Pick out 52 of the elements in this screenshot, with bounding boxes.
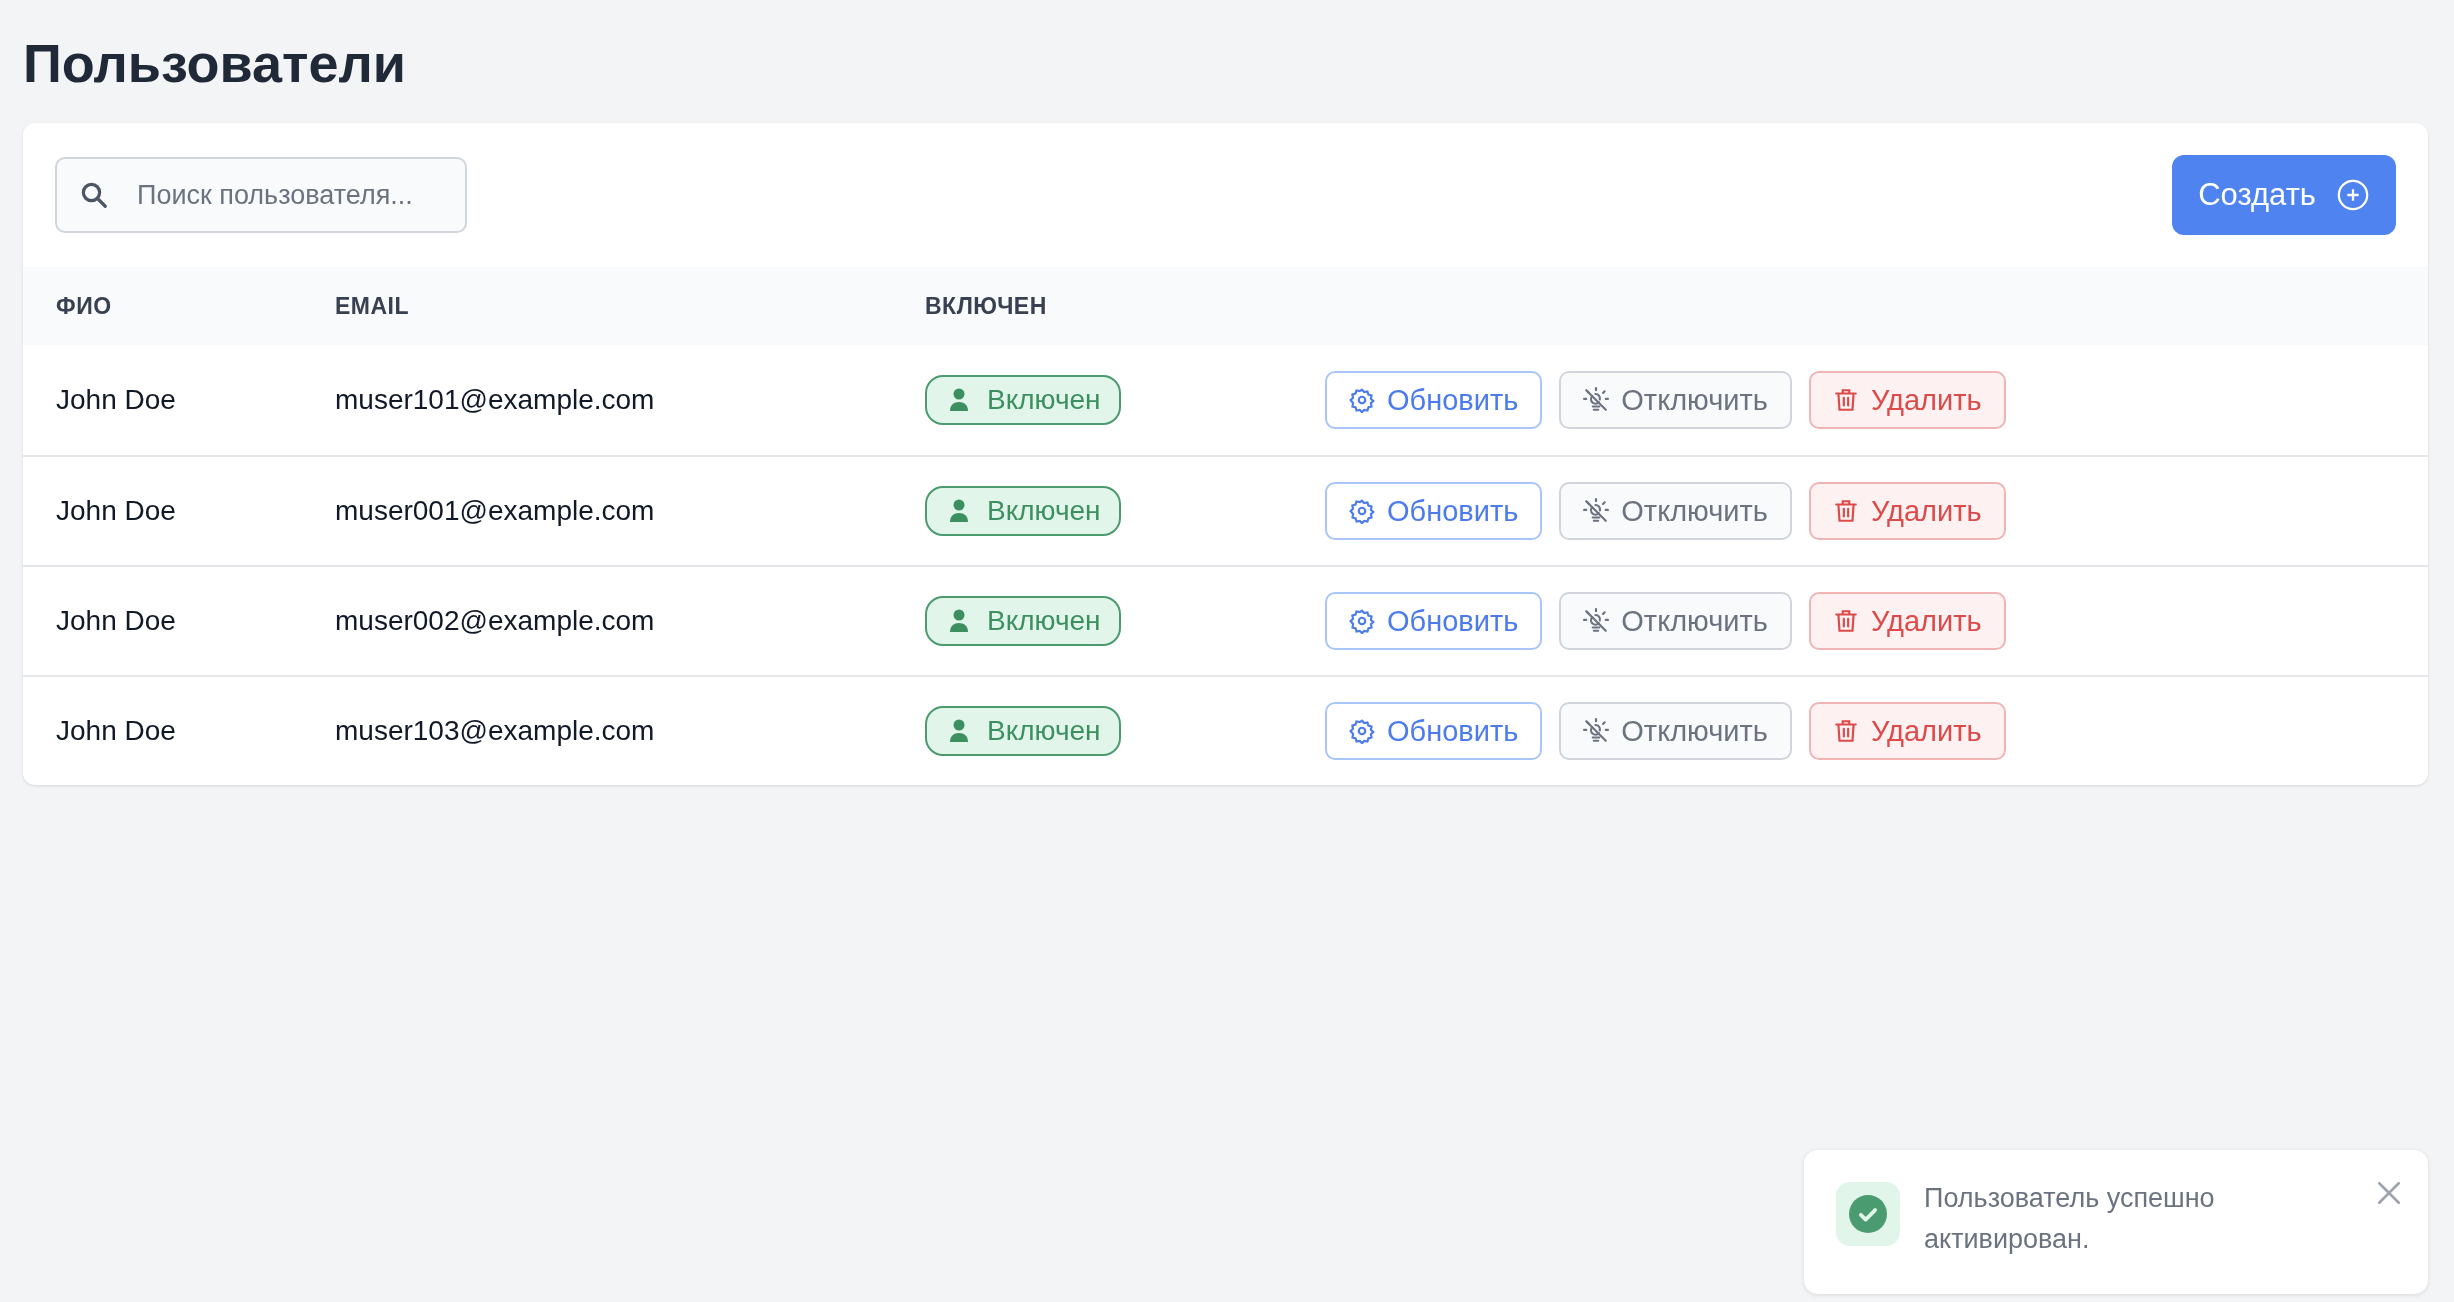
delete-button[interactable]: Удалить	[1808, 702, 2006, 761]
gear-icon	[1349, 498, 1375, 525]
close-icon	[2376, 1180, 2402, 1206]
status-badge: Включен	[925, 486, 1121, 537]
status-badge: Включен	[925, 375, 1121, 426]
table-cell-text: muser001@example.com	[335, 494, 656, 529]
search-icon	[79, 180, 109, 211]
update-button[interactable]: Обновить	[1325, 592, 1543, 651]
table-cell-text: muser101@example.com	[335, 383, 656, 418]
crossed-bulb-icon	[1583, 498, 1610, 525]
plus-circle-icon	[2336, 178, 2370, 213]
close-button[interactable]	[2376, 1180, 2402, 1206]
trash-icon	[1832, 387, 1859, 414]
status-badge: Включен	[925, 596, 1121, 647]
status-badge: Включен	[925, 706, 1121, 757]
person-icon	[949, 609, 969, 634]
gear-icon	[1349, 718, 1375, 745]
table-cell-text: John Doe	[55, 604, 177, 639]
column-header: ФИО	[55, 292, 113, 322]
trash-icon	[1832, 718, 1859, 745]
column-header: EMAIL	[335, 292, 411, 322]
person-icon	[949, 388, 969, 413]
disable-button[interactable]: Отключить	[1559, 592, 1792, 651]
disable-button[interactable]: Отключить	[1559, 371, 1792, 430]
create-button[interactable]: Создать	[2172, 155, 2396, 236]
column-header: ВКЛЮЧЕН	[925, 292, 1048, 322]
search-field[interactable]: Поиск пользователя...	[55, 157, 467, 234]
update-button[interactable]: Обновить	[1325, 482, 1543, 541]
crossed-bulb-icon	[1583, 387, 1610, 414]
trash-icon	[1832, 498, 1859, 525]
person-icon	[949, 499, 969, 524]
update-button[interactable]: Обновить	[1325, 702, 1543, 761]
table-cell-text: John Doe	[55, 494, 177, 529]
trash-icon	[1832, 608, 1859, 635]
update-button[interactable]: Обновить	[1325, 371, 1543, 430]
gear-icon	[1349, 608, 1375, 635]
crossed-bulb-icon	[1583, 718, 1610, 745]
table-cell-text: John Doe	[55, 714, 177, 749]
delete-button[interactable]: Удалить	[1808, 371, 2006, 430]
disable-button[interactable]: Отключить	[1559, 482, 1792, 541]
person-icon	[949, 719, 969, 744]
table-cell-text: muser002@example.com	[335, 604, 656, 639]
disable-button[interactable]: Отключить	[1559, 702, 1792, 761]
delete-button[interactable]: Удалить	[1808, 592, 2006, 651]
gear-icon	[1349, 387, 1375, 414]
success-icon	[1836, 1182, 1900, 1246]
delete-button[interactable]: Удалить	[1808, 482, 2006, 541]
crossed-bulb-icon	[1583, 608, 1610, 635]
table-cell-text: John Doe	[55, 383, 177, 418]
table-cell-text: muser103@example.com	[335, 714, 656, 749]
toast-message: Пользователь успешно активирован.	[1924, 1182, 2216, 1256]
page-title: Пользователи	[23, 34, 407, 94]
